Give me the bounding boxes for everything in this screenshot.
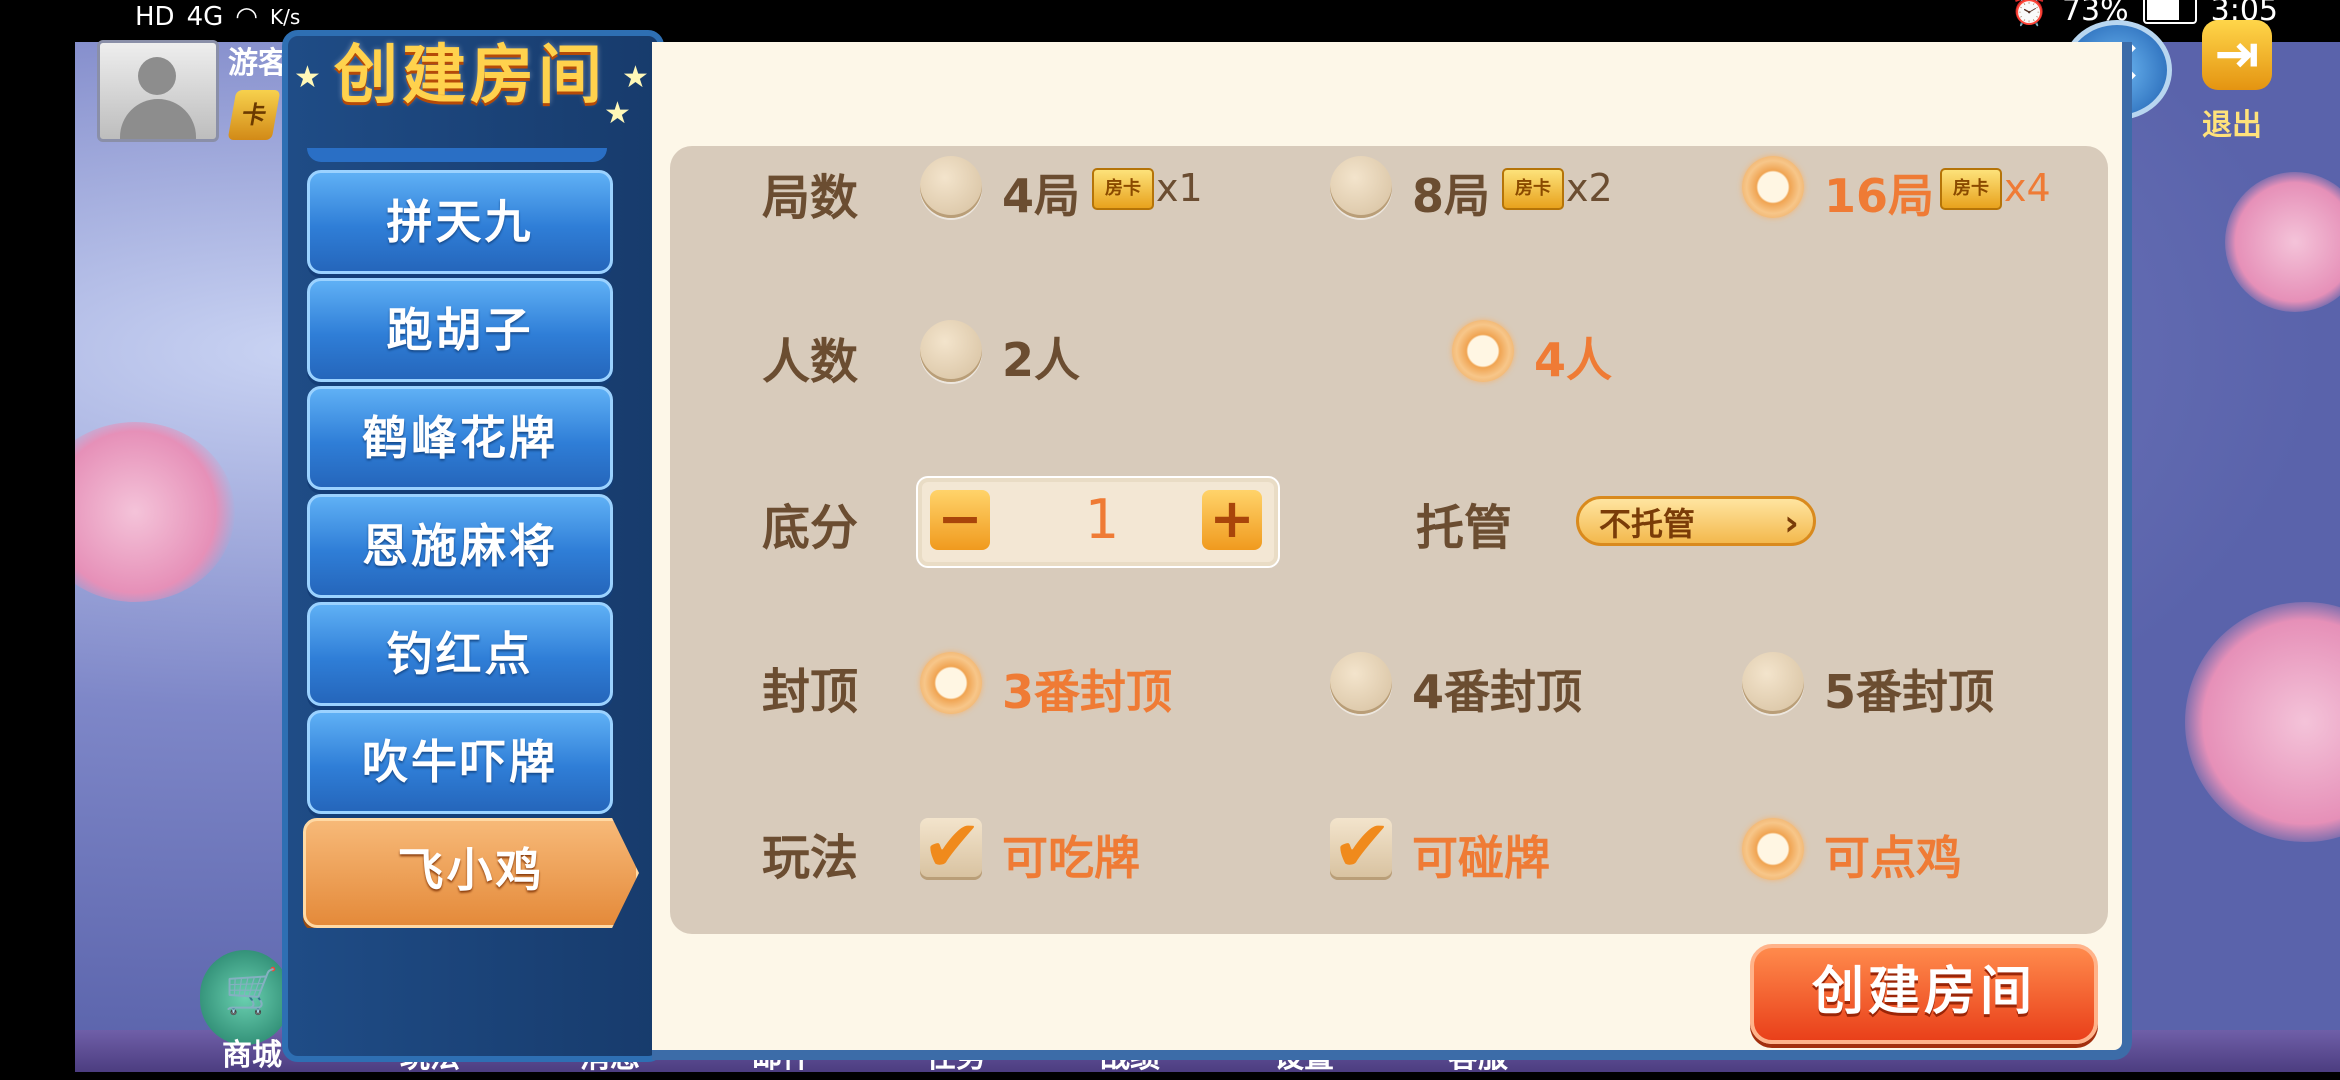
room-card-icon: 房卡	[1502, 168, 1564, 210]
checkmark-icon: ✔	[1332, 804, 1393, 888]
avatar-head	[138, 57, 176, 95]
room-card-icon: 房卡	[1092, 168, 1154, 210]
avatar-body	[120, 99, 196, 139]
battery-fill	[2146, 0, 2179, 20]
can-peng-checkbox[interactable]: ✔	[1330, 804, 1392, 888]
game-list-item[interactable]: 恩施麻将	[307, 494, 613, 598]
star-icon: ★	[294, 60, 321, 95]
room-card-icon[interactable]: 卡	[227, 90, 281, 140]
room-card-icon: 房卡	[1940, 168, 2002, 210]
players-4-radio[interactable]	[1452, 320, 1514, 382]
star-icon: ★	[604, 96, 631, 131]
rounds-4-text[interactable]: 4局	[1002, 160, 1080, 226]
can-chi-text[interactable]: 可吃牌	[1002, 822, 1140, 888]
cap-5-text[interactable]: 5番封顶	[1824, 656, 1994, 722]
player-name: 游客	[228, 46, 288, 81]
hosting-label: 托管	[1416, 500, 1513, 556]
hd-icon: HD	[135, 2, 175, 32]
rounds-4-radio[interactable]	[920, 156, 982, 218]
chevron-right-icon: ›	[1784, 503, 1799, 544]
blossom-decoration	[2185, 602, 2340, 842]
network-speed: K/s	[269, 5, 301, 29]
game-list-item-active[interactable]: 飞小鸡	[303, 818, 639, 928]
cap-3-radio[interactable]	[920, 652, 982, 714]
players-4-text[interactable]: 4人	[1534, 324, 1612, 390]
status-right: ⏰ 73% 3:05	[2011, 0, 2278, 28]
players-label: 人数	[762, 334, 859, 390]
panel-title: 创建房间	[334, 39, 606, 113]
game-list-item[interactable]: 拼天九	[307, 170, 613, 274]
hosting-dropdown[interactable]: 不托管 ›	[1576, 496, 1816, 546]
can-chi-checkbox[interactable]: ✔	[920, 804, 982, 888]
decrement-button[interactable]: −	[930, 490, 990, 550]
create-room-button[interactable]: 创建房间	[1750, 944, 2098, 1044]
rounds-16-radio[interactable]	[1742, 156, 1804, 218]
game-list-item[interactable]: 吹牛吓牌	[307, 710, 613, 814]
status-left: HD 4G ◠ K/s	[135, 2, 300, 32]
players-2-radio[interactable]	[920, 320, 982, 382]
blossom-decoration	[75, 422, 235, 602]
exit-label: 退出	[2202, 108, 2262, 143]
star-icon: ★	[622, 60, 649, 95]
base-score-label: 底分	[762, 500, 859, 556]
cap-4-text[interactable]: 4番封顶	[1412, 656, 1582, 722]
cap-label: 封顶	[762, 664, 859, 720]
cap-5-radio[interactable]	[1742, 652, 1804, 714]
blossom-decoration	[2225, 172, 2340, 312]
game-list-item[interactable]: 钓红点	[307, 602, 613, 706]
can-dianji-radio[interactable]	[1742, 818, 1804, 880]
hosting-value: 不托管	[1599, 505, 1696, 543]
rounds-16-text[interactable]: 16局	[1824, 160, 1934, 226]
game-list-item-partial[interactable]	[307, 148, 607, 162]
can-peng-text[interactable]: 可碰牌	[1412, 822, 1550, 888]
wifi-icon: ◠	[235, 2, 258, 32]
rounds-8-text[interactable]: 8局	[1412, 160, 1490, 226]
rules-label: 玩法	[762, 830, 859, 886]
exit-button[interactable]: ⇥ 退出	[2182, 20, 2292, 143]
base-score-value: 1	[1084, 488, 1120, 551]
cart-icon: 🛒	[224, 966, 279, 1017]
rounds-8-radio[interactable]	[1330, 156, 1392, 218]
game-list-item[interactable]: 鹤峰花牌	[307, 386, 613, 490]
rounds-4-cost: x1	[1156, 166, 1203, 210]
signal-icon: 4G	[186, 2, 224, 32]
alarm-icon: ⏰	[2010, 0, 2048, 28]
players-2-text[interactable]: 2人	[1002, 324, 1080, 390]
can-dianji-text[interactable]: 可点鸡	[1824, 822, 1962, 888]
base-score-stepper: − 1 +	[918, 478, 1278, 566]
avatar[interactable]	[97, 40, 219, 142]
checkmark-icon: ✔	[922, 804, 983, 888]
cap-3-text[interactable]: 3番封顶	[1002, 656, 1172, 722]
shop-label[interactable]: 商城	[222, 1030, 282, 1074]
game-list-item[interactable]: 跑胡子	[307, 278, 613, 382]
rounds-16-cost: x4	[2004, 166, 2051, 210]
increment-button[interactable]: +	[1202, 490, 1262, 550]
cap-4-radio[interactable]	[1330, 652, 1392, 714]
rounds-8-cost: x2	[1566, 166, 1613, 210]
rounds-label: 局数	[762, 170, 859, 226]
exit-icon: ⇥	[2202, 20, 2272, 90]
